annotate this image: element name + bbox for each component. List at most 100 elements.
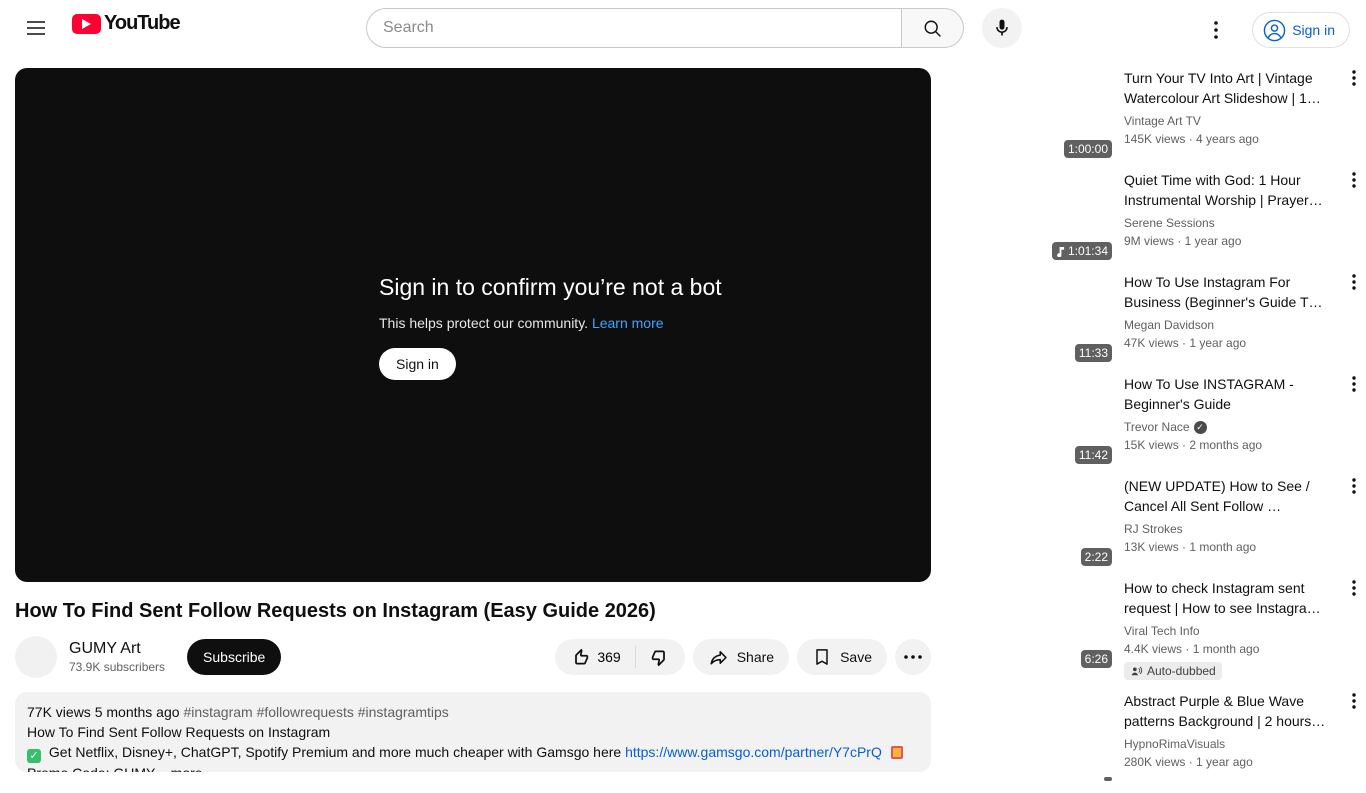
youtube-play-icon xyxy=(72,13,101,34)
share-button[interactable]: Share xyxy=(692,639,790,675)
duration-badge: 11:33 xyxy=(1074,344,1112,362)
suggested-video-title[interactable]: Turn Your TV Into Art | Vintage Watercol… xyxy=(1124,68,1336,108)
bot-check-message: Sign in to confirm you’re not a bot This… xyxy=(379,274,722,380)
suggested-video-kebab-button[interactable] xyxy=(1342,691,1366,715)
suggested-video-kebab-button[interactable] xyxy=(1342,68,1366,92)
suggested-video-item[interactable]: Abstract Purple & Blue Wave patterns Bac… xyxy=(948,690,1366,785)
header-sign-in-button[interactable]: Sign in xyxy=(1252,12,1350,48)
save-button[interactable]: Save xyxy=(797,639,887,675)
suggested-channel-name[interactable]: Megan Davidson xyxy=(1124,316,1214,334)
video-thumbnail[interactable]: 1:01:34 xyxy=(948,170,1116,264)
player-sign-in-button[interactable]: Sign in xyxy=(379,348,456,380)
video-thumbnail[interactable] xyxy=(948,690,1116,785)
video-player[interactable]: Sign in to confirm you’re not a bot This… xyxy=(15,68,931,582)
top-navbar: YouTube Sign xyxy=(0,0,1366,56)
suggested-video-text: How To Use INSTAGRAM - Beginner's Guide … xyxy=(1124,374,1342,468)
learn-more-link[interactable]: Learn more xyxy=(592,315,664,331)
youtube-wordmark: YouTube xyxy=(104,12,181,34)
suggested-video-item[interactable]: 1:01:34 Quiet Time with God: 1 Hour Inst… xyxy=(948,170,1366,264)
video-thumbnail[interactable]: 11:42 xyxy=(948,374,1116,468)
duration-badge: 11:42 xyxy=(1074,446,1112,464)
description-meta-line: 77K views 5 months ago #instagram #follo… xyxy=(27,702,919,722)
suggested-video-title[interactable]: Quiet Time with God: 1 Hour Instrumental… xyxy=(1124,170,1336,210)
duration-badge: 6:26 xyxy=(1080,650,1112,668)
kebab-icon xyxy=(1352,692,1356,709)
video-thumbnail[interactable]: 2:22 xyxy=(948,476,1116,570)
suggested-video-title[interactable]: How to check Instagram sent request | Ho… xyxy=(1124,578,1336,618)
video-thumbnail[interactable]: 6:26 xyxy=(948,578,1116,672)
hamburger-icon xyxy=(27,21,45,35)
like-dislike-group: 369 xyxy=(555,639,685,675)
video-actions: 369 Share Save xyxy=(555,639,931,675)
settings-kebab-button[interactable] xyxy=(1196,10,1236,50)
suggested-video-kebab-button[interactable] xyxy=(1342,272,1366,296)
thumb-up-icon xyxy=(575,648,589,664)
video-thumbnail[interactable]: 11:33 xyxy=(948,272,1116,366)
suggestions-list: 1:00:00 Turn Your TV Into Art | Vintage … xyxy=(948,68,1366,793)
suggested-channel-name[interactable]: Serene Sessions xyxy=(1124,214,1215,232)
kebab-icon xyxy=(1352,478,1356,494)
suggested-video-kebab-button[interactable] xyxy=(1342,476,1366,500)
kebab-icon xyxy=(1352,70,1356,86)
ellipsis-icon xyxy=(904,655,922,659)
suggested-video-kebab-button[interactable] xyxy=(1342,578,1366,602)
suggested-video-text: How To Use Instagram For Business (Begin… xyxy=(1124,272,1342,366)
suggested-channel-name[interactable]: RJ Strokes xyxy=(1124,520,1183,538)
search-input[interactable] xyxy=(366,8,901,48)
suggested-video-title[interactable]: (NEW UPDATE) How to See / Cancel All Sen… xyxy=(1124,476,1336,516)
upload-date: 5 months ago xyxy=(94,704,180,720)
suggested-video-item[interactable]: 11:42 How To Use INSTAGRAM - Beginner's … xyxy=(948,374,1366,468)
voice-search-button[interactable] xyxy=(982,8,1022,48)
suggested-video-item[interactable]: 11:33 How To Use Instagram For Business … xyxy=(948,272,1366,366)
suggested-channel-name[interactable]: Viral Tech Info xyxy=(1124,622,1200,640)
show-more-link[interactable]: ...more xyxy=(159,765,203,772)
suggested-video-meta: 47K views · 1 year ago xyxy=(1124,336,1247,350)
like-count: 369 xyxy=(597,649,621,665)
hashtags[interactable]: #instagram #followrequests #instagramtip… xyxy=(183,704,448,720)
description-box[interactable]: 77K views 5 months ago #instagram #follo… xyxy=(15,692,931,772)
bot-check-headline: Sign in to confirm you’re not a bot xyxy=(379,274,722,300)
channel-avatar[interactable] xyxy=(15,636,57,678)
suggested-video-item[interactable]: 6:26 How to check Instagram sent request… xyxy=(948,578,1366,683)
youtube-logo[interactable]: YouTube xyxy=(72,12,181,35)
auto-dubbed-icon xyxy=(1131,666,1143,675)
suggested-video-item[interactable]: 2:22 (NEW UPDATE) How to See / Cancel Al… xyxy=(948,476,1366,570)
description-line-1: How To Find Sent Follow Requests on Inst… xyxy=(27,724,331,740)
menu-button[interactable] xyxy=(16,8,56,48)
like-button[interactable]: 369 xyxy=(555,639,634,675)
suggested-video-title[interactable]: How To Use INSTAGRAM - Beginner's Guide xyxy=(1124,374,1336,414)
verified-badge-icon: ✓ xyxy=(1193,420,1207,434)
suggested-video-title[interactable]: Abstract Purple & Blue Wave patterns Bac… xyxy=(1124,691,1336,731)
search-button[interactable] xyxy=(901,8,964,48)
kebab-icon xyxy=(1352,376,1356,392)
kebab-icon xyxy=(1352,580,1356,596)
suggested-channel-name[interactable]: Trevor Nace xyxy=(1124,418,1190,436)
more-actions-button[interactable] xyxy=(895,639,931,675)
video-thumbnail[interactable]: 1:00:00 xyxy=(948,68,1116,162)
suggested-video-text: Turn Your TV Into Art | Vintage Watercol… xyxy=(1124,68,1342,162)
suggested-video-kebab-button[interactable] xyxy=(1342,374,1366,398)
suggested-video-text: How to check Instagram sent request | Ho… xyxy=(1124,578,1342,683)
suggested-video-title[interactable]: How To Use Instagram For Business (Begin… xyxy=(1124,272,1336,312)
suggested-video-meta: 145K views · 4 years ago xyxy=(1124,132,1259,146)
bookmark-icon xyxy=(816,649,828,665)
description-line-2: ✓ Get Netflix, Disney+, ChatGPT, Spotify… xyxy=(27,742,919,763)
share-label: Share xyxy=(736,649,775,665)
suggested-channel-name[interactable]: HypnoRimaVisuals xyxy=(1124,735,1225,753)
suggested-video-kebab-button[interactable] xyxy=(1342,170,1366,194)
channel-name[interactable]: GUMY Art xyxy=(69,639,165,659)
microphone-icon xyxy=(996,19,1008,36)
gamsgo-link[interactable]: https://www.gamsgo.com/partner/Y7cPrQ xyxy=(625,744,882,760)
view-count: 77K views xyxy=(27,704,91,720)
duration-badge: 1:01:34 xyxy=(1051,242,1112,260)
dislike-button[interactable] xyxy=(636,639,685,675)
auto-dubbed-badge: Auto-dubbed xyxy=(1124,662,1222,680)
duration-badge: 1:00:00 xyxy=(1063,140,1112,158)
subscribe-button[interactable]: Subscribe xyxy=(187,639,282,675)
suggested-video-item[interactable]: 1:00:00 Turn Your TV Into Art | Vintage … xyxy=(948,68,1366,162)
suggested-channel-name[interactable]: Vintage Art TV xyxy=(1124,112,1201,130)
suggested-video-meta: 4.4K views · 1 month ago xyxy=(1124,642,1260,656)
header-actions: Sign in xyxy=(1196,10,1350,50)
kebab-icon xyxy=(1214,21,1218,39)
suggested-video-meta: 9M views · 1 year ago xyxy=(1124,234,1242,248)
